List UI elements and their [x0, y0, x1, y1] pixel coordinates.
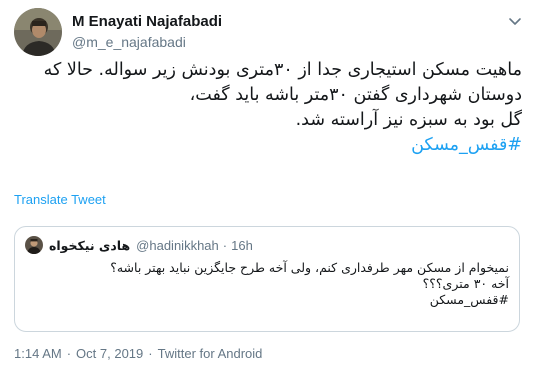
chevron-down-icon[interactable] [506, 12, 524, 30]
quoted-tweet-header: هادی نیکخواه @hadinikkhah · 16h [25, 236, 253, 254]
quoted-separator: · [222, 237, 228, 253]
quoted-timestamp: 16h [231, 237, 253, 253]
tweet-metadata: 1:14 AM · Oct 7, 2019 · Twitter for Android [14, 346, 262, 361]
tweet-date[interactable]: Oct 7, 2019 [76, 346, 143, 361]
author-avatar[interactable] [14, 8, 62, 56]
tweet-line: گل بود به سبزه نیز آراسته شد. [295, 110, 522, 130]
meta-separator: · [148, 346, 153, 361]
tweet-line: دوستان شهرداری گفتن ۳۰متر باشه باید گفت، [189, 85, 522, 105]
tweet-time[interactable]: 1:14 AM [14, 346, 62, 361]
tweet-source[interactable]: Twitter for Android [158, 346, 263, 361]
quoted-tweet[interactable]: هادی نیکخواه @hadinikkhah · 16h نمیخوام … [14, 226, 520, 332]
meta-separator: · [66, 346, 72, 361]
quoted-line: #قفس_مسکن [429, 292, 509, 307]
tweet-line: ماهیت مسکن استیجاری جدا از ۳۰متری بودنش … [43, 60, 522, 80]
translate-tweet-link[interactable]: Translate Tweet [14, 192, 106, 207]
quoted-line: نمیخوام از مسکن مهر طرفداری کنم، ولی آخه… [110, 260, 509, 275]
quoted-author-handle: @hadinikkhah [136, 237, 219, 253]
hashtag-link[interactable]: #قفس_مسکن [22, 133, 522, 158]
quoted-author-avatar [25, 236, 43, 254]
quoted-author-name: هادی نیکخواه [49, 237, 131, 253]
tweet-text: ماهیت مسکن استیجاری جدا از ۳۰متری بودنش … [22, 58, 522, 158]
quoted-line: آخه ۳۰ متری؟؟؟ [422, 276, 509, 291]
quoted-tweet-text: نمیخوام از مسکن مهر طرفداری کنم، ولی آخه… [29, 260, 509, 308]
author-name[interactable]: M Enayati Najafabadi [72, 13, 222, 30]
author-handle[interactable]: @m_e_najafabadi [72, 34, 186, 50]
